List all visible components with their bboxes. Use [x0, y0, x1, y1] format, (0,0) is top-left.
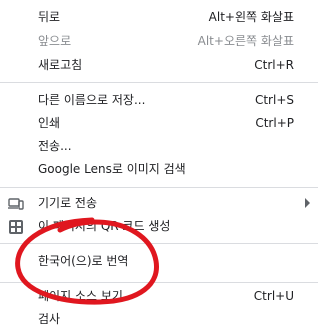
menu-item-label: 새로고침	[38, 58, 83, 72]
menu-item-label: 한국어(으)로 번역	[38, 254, 129, 268]
menu-item-shortcut: Ctrl+S	[254, 93, 294, 107]
chevron-right-icon	[305, 198, 310, 208]
menu-separator	[0, 243, 318, 244]
menu-item-label: 다른 이름으로 저장...	[38, 93, 146, 107]
menu-item-shortcut: Alt+왼쪽 화살표	[208, 10, 294, 24]
menu-item-shortcut: Ctrl+P	[255, 116, 294, 130]
menu-item-shortcut: Alt+오른쪽 화살표	[197, 34, 294, 48]
menu-item-save-as[interactable]: 다른 이름으로 저장... Ctrl+S	[0, 89, 318, 111]
menu-item-label: 페이지 소스 보기	[38, 289, 123, 303]
menu-item-label: 앞으로	[38, 34, 72, 48]
menu-item-forward: 앞으로 Alt+오른쪽 화살표	[0, 30, 318, 52]
menu-item-send-to-device[interactable]: 기기로 전송	[0, 192, 318, 214]
menu-item-shortcut: Ctrl+U	[253, 289, 294, 303]
menu-item-reload[interactable]: 새로고침 Ctrl+R	[0, 54, 318, 76]
menu-separator	[0, 187, 318, 188]
qr-code-icon	[8, 219, 24, 234]
menu-item-view-source[interactable]: 페이지 소스 보기 Ctrl+U	[0, 285, 318, 307]
menu-item-label: 검사	[38, 312, 61, 326]
menu-item-label: 뒤로	[38, 10, 61, 24]
menu-item-label: 이 페이지의 QR 코드 생성	[38, 219, 171, 233]
menu-item-translate[interactable]: 한국어(으)로 번역	[0, 250, 318, 272]
context-menu: 뒤로 Alt+왼쪽 화살표 앞으로 Alt+오른쪽 화살표 새로고침 Ctrl+…	[0, 0, 318, 331]
menu-item-cast[interactable]: 전송...	[0, 135, 318, 157]
menu-separator	[0, 82, 318, 83]
device-icon	[8, 196, 24, 210]
menu-item-label: Google Lens로 이미지 검색	[38, 162, 186, 176]
menu-item-back[interactable]: 뒤로 Alt+왼쪽 화살표	[0, 6, 318, 28]
menu-item-shortcut: Ctrl+R	[254, 58, 294, 72]
menu-item-label: 인쇄	[38, 116, 61, 130]
menu-item-qr-code[interactable]: 이 페이지의 QR 코드 생성	[0, 215, 318, 237]
menu-item-print[interactable]: 인쇄 Ctrl+P	[0, 112, 318, 134]
menu-item-inspect[interactable]: 검사	[0, 308, 318, 330]
menu-separator	[0, 282, 318, 283]
menu-item-google-lens[interactable]: Google Lens로 이미지 검색	[0, 158, 318, 180]
menu-item-label: 전송...	[38, 139, 72, 153]
menu-item-label: 기기로 전송	[38, 196, 98, 210]
